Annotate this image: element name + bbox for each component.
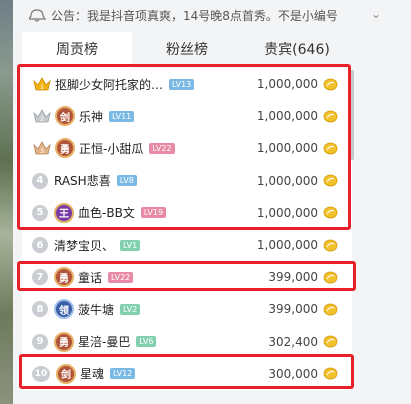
table-row[interactable]: 5 王 血色-BB文 LV19 1,000,000 [22,197,352,229]
table-row[interactable]: 7 勇 童话 LV22 399,000 [22,261,352,293]
user-name[interactable]: 菠牛塘 [78,301,114,318]
gold-coin-icon [323,271,338,284]
level-badge: LV11 [109,110,135,122]
contribution-amount: 399,000 [268,302,318,317]
user-name[interactable]: 星涪-曼巴 [78,333,130,350]
fan-badge: 勇 [54,331,74,352]
ranking-list: 1 抠脚少女阿托家的… LV13 1,000,000 2 剑 乐神 LV11 1… [22,68,352,390]
gold-crown-icon: 1 [33,77,51,91]
table-row[interactable]: 6 清梦宝贝、 LV1 1,000,000 [22,229,352,261]
gold-coin-icon [323,174,338,187]
user-name[interactable]: RASH悲喜 [54,172,111,189]
table-row[interactable]: 9 勇 星涪-曼巴 LV6 302,400 [22,326,352,358]
fan-badge: 王 [54,202,74,223]
rank-number: 8 [32,301,48,318]
rank-number: 6 [32,237,48,254]
announcement-bar[interactable]: 公告：我是抖音项真爽，14号晚8点首秀。不是小编号 ⌄ [13,0,411,30]
gold-coin-icon [323,303,338,316]
svg-text:3: 3 [40,148,44,155]
user-name[interactable]: 血色-BB文 [78,204,135,221]
contribution-amount: 1,000,000 [256,173,318,188]
user-name[interactable]: 抠脚少女阿托家的… [55,76,163,93]
fan-badge: 领 [54,299,74,320]
contribution-amount: 302,400 [268,334,318,349]
user-name[interactable]: 正恒-小甜瓜 [79,140,143,157]
tab-fans[interactable]: 粉丝榜 [132,32,242,68]
level-badge: LV22 [108,271,134,283]
table-row[interactable]: 10 剑 星魂 LV12 300,000 [22,358,352,390]
svg-text:2: 2 [40,116,44,123]
user-name[interactable]: 星魂 [80,365,104,382]
rank-number: 10 [32,365,50,382]
announcement-text: 公告：我是抖音项真爽，14号晚8点首秀。不是小编号 [51,8,338,23]
user-name[interactable]: 乐神 [79,108,103,125]
rank-number: 9 [32,333,48,350]
level-badge: LV8 [116,175,137,187]
rank-number: 5 [32,204,48,221]
level-badge: LV6 [136,336,157,348]
tab-vip[interactable]: 贵宾(646) [242,32,352,68]
level-badge: LV1 [120,239,141,251]
gold-coin-icon [323,367,338,380]
contribution-amount: 1,000,000 [256,238,318,253]
rank-number: 4 [32,172,48,189]
contribution-amount: 300,000 [268,366,318,381]
gold-coin-icon [323,110,338,123]
fan-badge: 剑 [55,106,75,127]
svg-text:1: 1 [40,84,44,91]
chevron-down-icon[interactable]: ⌄ [371,7,381,21]
gold-coin-icon [323,78,338,90]
fan-badge: 勇 [55,138,75,159]
fan-badge: 剑 [56,363,76,384]
announcement-bell-icon [29,9,47,22]
contribution-amount: 1,000,000 [256,141,318,156]
rank-tabs: 周贡榜 粉丝榜 贵宾(646) [22,32,352,68]
level-badge: LV13 [169,78,195,90]
video-background-strip [0,0,13,404]
gold-coin-icon [323,142,338,155]
contribution-amount: 1,000,000 [256,109,318,124]
fan-badge: 勇 [54,267,74,288]
level-badge: LV22 [149,142,175,154]
level-badge: LV2 [120,303,141,315]
user-name[interactable]: 清梦宝贝、 [54,237,114,254]
contribution-amount: 1,000,000 [256,205,318,220]
gold-coin-icon [323,239,338,251]
table-row[interactable]: 2 剑 乐神 LV11 1,000,000 [22,100,352,132]
gold-coin-icon [323,206,338,219]
gold-coin-icon [323,335,338,348]
table-row[interactable]: 3 勇 正恒-小甜瓜 LV22 1,000,000 [22,132,352,164]
bronze-crown-icon: 3 [33,141,51,155]
table-row[interactable]: 8 领 菠牛塘 LV2 399,000 [22,293,352,325]
list-scrollbar[interactable] [350,70,354,160]
contribution-amount: 399,000 [268,270,318,285]
table-row[interactable]: 4 RASH悲喜 LV8 1,000,000 [22,165,352,197]
level-badge: LV12 [110,368,136,380]
tab-weekly-contribution[interactable]: 周贡榜 [22,32,132,68]
rank-number: 7 [32,269,48,286]
silver-crown-icon: 2 [33,109,51,123]
level-badge: LV19 [140,207,167,219]
table-row[interactable]: 1 抠脚少女阿托家的… LV13 1,000,000 [22,68,352,100]
user-name[interactable]: 童话 [78,269,102,286]
contribution-amount: 1,000,000 [256,77,318,92]
